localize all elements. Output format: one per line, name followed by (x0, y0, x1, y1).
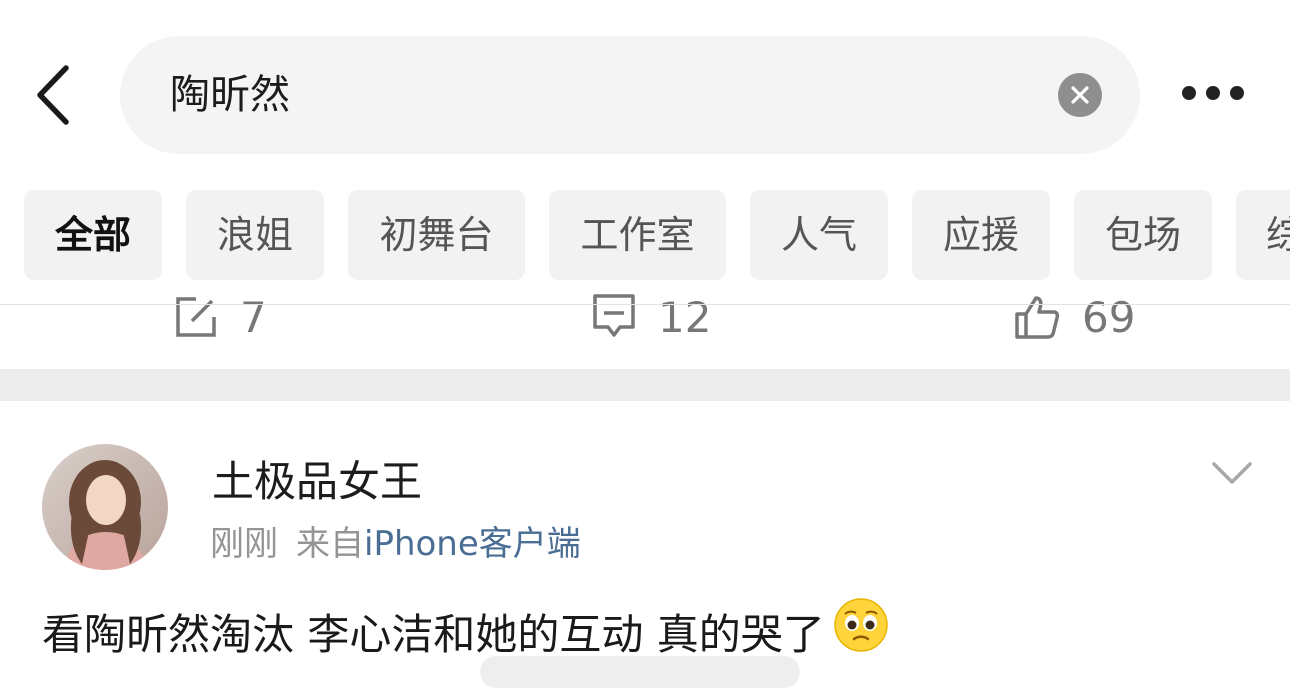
back-arrow-icon (37, 65, 69, 125)
user-avatar-icon (42, 444, 168, 570)
like-count: 69 (1082, 292, 1136, 342)
post-text-body: 看陶昕然淘汰 李心洁和她的互动 真的哭了 (42, 610, 825, 659)
close-icon (1071, 86, 1089, 104)
tab-langjie[interactable]: 浪姐 (186, 190, 324, 280)
comment-count: 12 (658, 292, 712, 342)
search-input[interactable] (170, 64, 990, 126)
watermark (480, 656, 800, 688)
tab-support[interactable]: 应援 (912, 190, 1050, 280)
post-menu-button[interactable] (1210, 458, 1254, 488)
divider (0, 304, 1290, 305)
tab-variety[interactable]: 综 (1236, 190, 1290, 280)
post-time: 刚刚 (210, 524, 278, 564)
repost-button[interactable]: 7 (174, 290, 267, 352)
tab-all[interactable]: 全部 (24, 190, 162, 280)
tab-popularity[interactable]: 人气 (750, 190, 888, 280)
more-dot-icon (1206, 86, 1220, 100)
post-client-link[interactable]: iPhone客户端 (364, 524, 581, 564)
section-separator (0, 369, 1290, 401)
tab-debut-stage[interactable]: 初舞台 (348, 190, 525, 280)
comment-button[interactable]: 12 (592, 290, 711, 352)
more-dot-icon (1182, 86, 1196, 100)
username[interactable]: 土极品女王 (212, 454, 422, 510)
pleading-face-icon (833, 597, 889, 670)
avatar[interactable] (42, 444, 168, 570)
tab-booking[interactable]: 包场 (1074, 190, 1212, 280)
chevron-down-icon (1212, 462, 1252, 484)
comment-icon (593, 294, 635, 337)
back-button[interactable] (30, 62, 80, 128)
thumbs-up-icon (1015, 296, 1060, 339)
like-button[interactable]: 69 (1014, 290, 1135, 352)
more-options-button[interactable] (1176, 80, 1256, 110)
filter-tabs: 全部 浪姐 初舞台 工作室 人气 应援 包场 综 (0, 190, 1290, 282)
search-box[interactable] (120, 36, 1140, 154)
repost-icon (176, 297, 216, 337)
post-meta: 刚刚 来自iPhone客户端 (210, 520, 581, 568)
previous-post-actions: 7 12 69 (0, 290, 1290, 360)
tab-studio[interactable]: 工作室 (549, 190, 726, 280)
more-dot-icon (1230, 86, 1244, 100)
top-bar (0, 0, 1290, 180)
post-source-prefix: 来自 (296, 524, 364, 564)
repost-count: 7 (240, 292, 267, 342)
clear-search-button[interactable] (1058, 73, 1102, 117)
